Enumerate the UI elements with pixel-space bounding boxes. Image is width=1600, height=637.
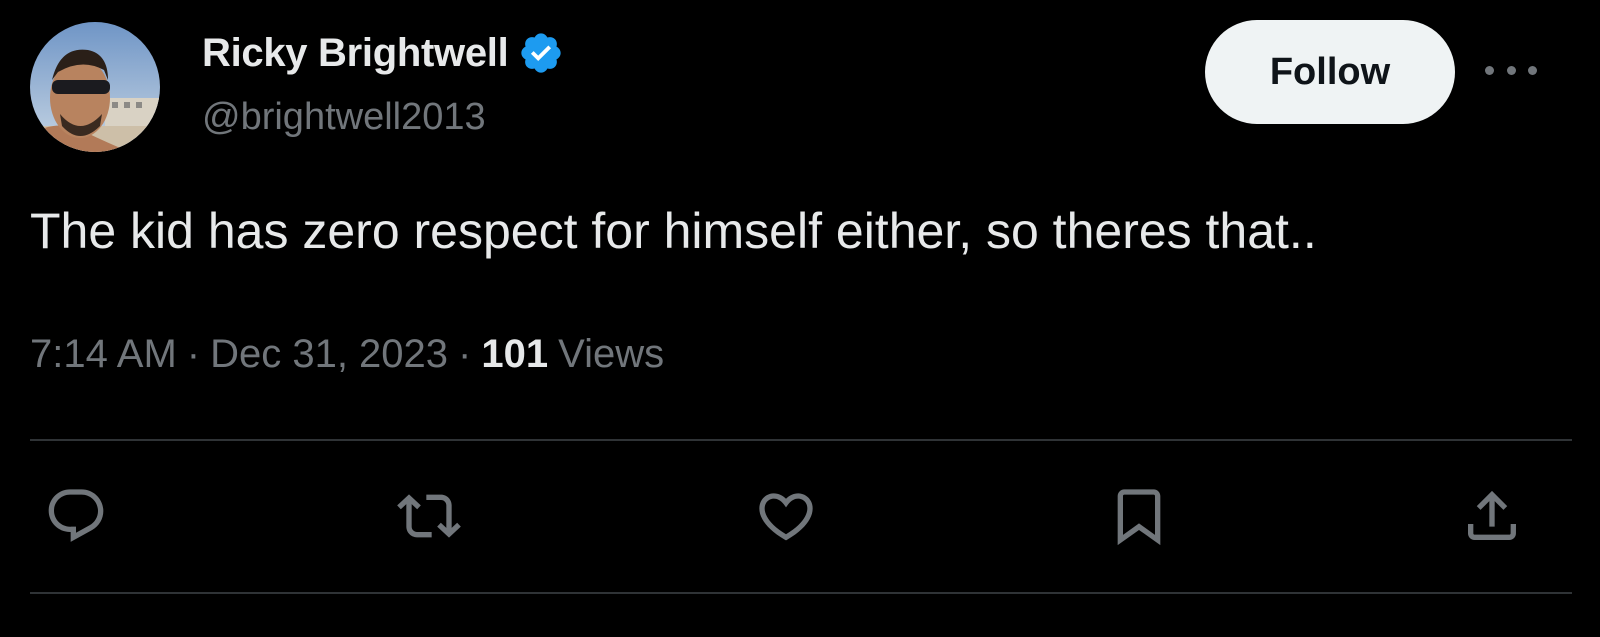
retweet-icon[interactable] (397, 484, 461, 548)
tweet-meta: 7:14 AM · Dec 31, 2023 · 101 Views (30, 332, 664, 377)
follow-button[interactable]: Follow (1205, 20, 1455, 124)
tweet-date[interactable]: Dec 31, 2023 (210, 332, 448, 377)
divider (30, 439, 1572, 441)
more-dot (1528, 65, 1537, 75)
more-dot (1506, 65, 1516, 75)
tweet-text: The kid has zero respect for himself eit… (30, 203, 1317, 259)
meta-separator: · (458, 332, 472, 376)
more-horizontal-icon[interactable] (1485, 55, 1537, 85)
views-label: Views (558, 332, 665, 376)
share-icon[interactable] (1460, 484, 1524, 548)
avatar[interactable] (30, 22, 160, 152)
reply-icon[interactable] (44, 484, 108, 548)
author-name-row: Ricky Brightwell (202, 30, 564, 76)
heart-icon[interactable] (754, 484, 818, 548)
divider (30, 592, 1572, 594)
bookmark-icon[interactable] (1107, 484, 1171, 548)
views-count: 101 (481, 332, 549, 376)
more-dot (1485, 65, 1494, 75)
handle[interactable]: @brightwell2013 (202, 96, 486, 139)
meta-separator: · (186, 332, 201, 376)
tweet-card: Ricky Brightwell @brightwell2013 Follow … (0, 0, 1600, 637)
display-name[interactable]: Ricky Brightwell (202, 31, 509, 76)
verified-badge-icon[interactable] (518, 30, 564, 76)
tweet-time[interactable]: 7:14 AM (30, 332, 177, 377)
